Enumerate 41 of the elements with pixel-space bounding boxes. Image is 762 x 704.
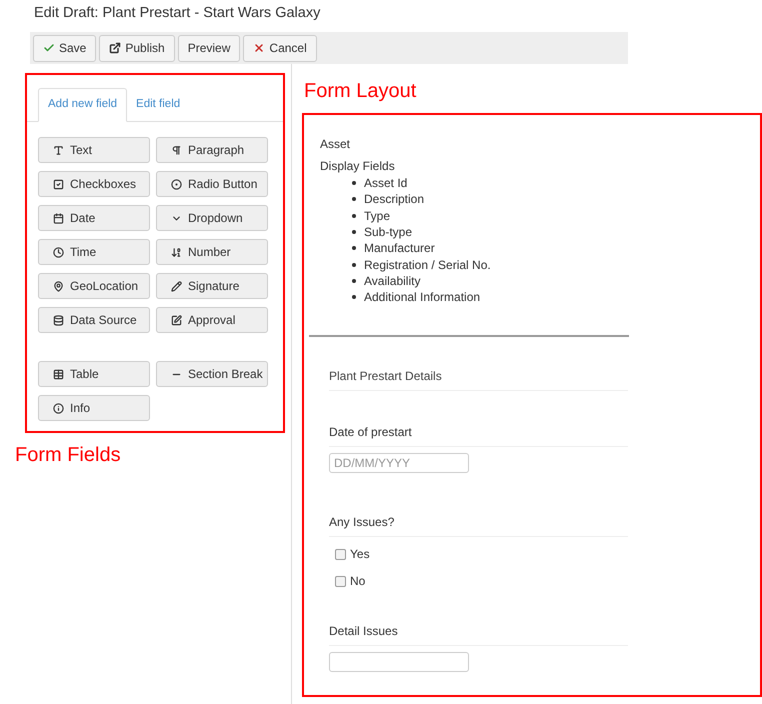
form-layout-annotation: Form Layout: [303, 79, 418, 104]
field-type-button[interactable]: Number: [156, 239, 268, 265]
field-type-button[interactable]: Approval: [156, 307, 268, 333]
toolbar-button[interactable]: Publish: [99, 34, 175, 62]
text-field[interactable]: DD/MM/YYYY: [329, 453, 469, 474]
checkbox-label: Yes: [350, 546, 370, 564]
display-field: Asset Id: [364, 174, 408, 192]
display-field: Availability: [364, 272, 420, 290]
field-type-button[interactable]: Table: [38, 361, 150, 387]
display-field: Sub-type: [364, 223, 412, 242]
section-label: Any Issues?: [329, 513, 628, 538]
toolbar-button[interactable]: Cancel: [243, 34, 317, 62]
form-fields-annotation: Form Fields: [15, 443, 122, 468]
section-label: Plant Prestart Details: [329, 367, 628, 392]
display-field: Type: [364, 206, 390, 225]
field-type-button[interactable]: Info: [38, 395, 150, 421]
section-label: Date of prestart: [329, 423, 628, 448]
page-title: Edit Draft: Plant Prestart - Start Wars Galaxy: [33, 4, 322, 23]
field-type-button[interactable]: GeoLocation: [38, 273, 150, 299]
field-type-button[interactable]: Time: [38, 239, 150, 265]
field-type-button[interactable]: Text: [38, 137, 150, 163]
field-type-button[interactable]: Data Source: [38, 307, 150, 333]
field-type-button[interactable]: Date: [38, 205, 150, 231]
asset-label: Asset: [320, 136, 352, 153]
display-fields-label: Display Fields: [320, 158, 396, 175]
field-type-button[interactable]: Paragraph: [156, 137, 268, 163]
field-type-button[interactable]: Section Break: [156, 361, 268, 387]
toolbar-button[interactable]: Save: [33, 34, 96, 62]
section-label: Detail Issues: [329, 622, 628, 646]
field-type-button[interactable]: Radio Button: [156, 171, 268, 197]
display-field: Registration / Serial No.: [364, 256, 491, 274]
field-type-button[interactable]: Checkboxes: [38, 171, 150, 197]
toolbar-button[interactable]: Preview: [178, 34, 240, 62]
display-field: Manufacturer: [364, 239, 435, 258]
field-type-button[interactable]: Signature: [156, 273, 268, 299]
display-field: Description: [364, 190, 424, 208]
field-type-button[interactable]: Dropdown: [156, 205, 268, 231]
tab[interactable]: Add new field: [38, 88, 128, 122]
display-field: Additional Information: [364, 288, 480, 306]
tab[interactable]: Edit field: [127, 88, 190, 121]
checkbox-label: No: [350, 573, 366, 590]
